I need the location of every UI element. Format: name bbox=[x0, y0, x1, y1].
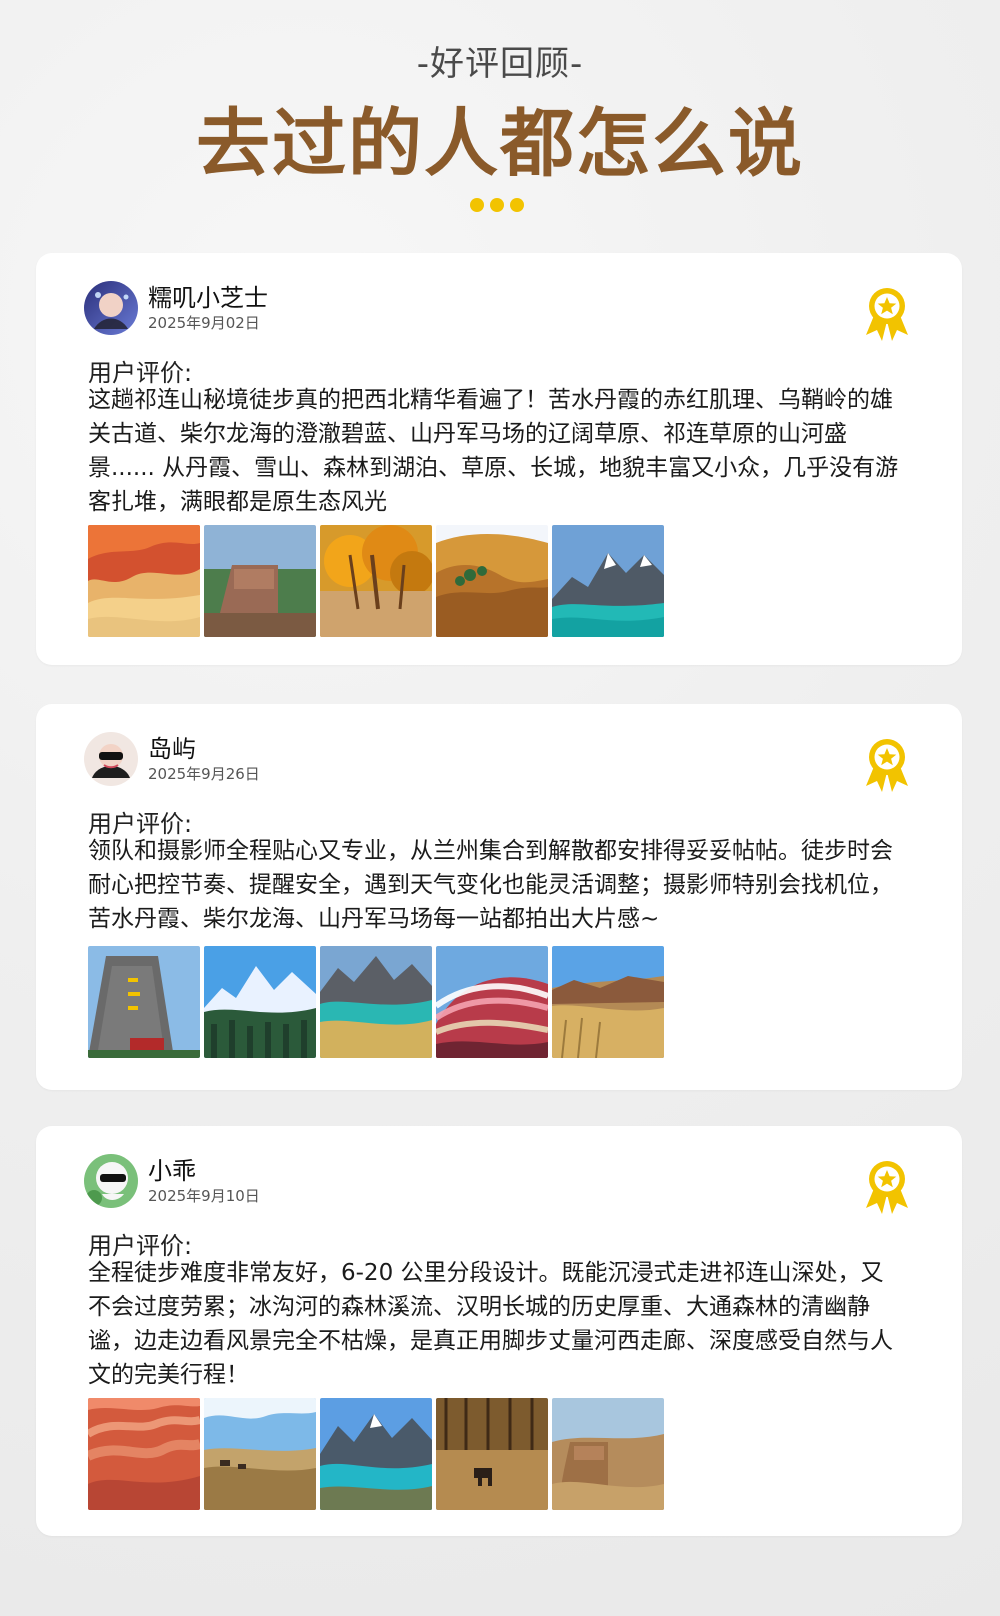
dot bbox=[490, 198, 504, 212]
photo-thumbnail[interactable] bbox=[320, 1398, 432, 1510]
review-photos bbox=[88, 946, 664, 1058]
medal-star-icon bbox=[856, 732, 918, 794]
photo-thumbnail[interactable] bbox=[88, 946, 200, 1058]
avatar[interactable] bbox=[84, 732, 138, 786]
photo-thumbnail[interactable] bbox=[552, 525, 664, 637]
review-meta: 糯叽小芝士 2025年9月02日 bbox=[148, 283, 268, 333]
review-meta: 岛屿 2025年9月26日 bbox=[148, 734, 260, 784]
review-date: 2025年9月10日 bbox=[148, 1187, 260, 1205]
photo-thumbnail[interactable] bbox=[204, 525, 316, 637]
photo-thumbnail[interactable] bbox=[88, 1398, 200, 1510]
reviewer-name: 糯叽小芝士 bbox=[148, 284, 268, 312]
photo-thumbnail[interactable] bbox=[204, 1398, 316, 1510]
review-photos bbox=[88, 525, 664, 637]
header-dots bbox=[470, 198, 524, 212]
review-user: 小乖 2025年9月10日 bbox=[84, 1154, 260, 1208]
photo-thumbnail[interactable] bbox=[436, 525, 548, 637]
photo-thumbnail[interactable] bbox=[320, 946, 432, 1058]
avatar[interactable] bbox=[84, 1154, 138, 1208]
header-subtitle: -好评回顾- bbox=[416, 44, 584, 84]
avatar[interactable] bbox=[84, 281, 138, 335]
review-photos bbox=[88, 1398, 664, 1510]
photo-thumbnail[interactable] bbox=[552, 1398, 664, 1510]
review-meta: 小乖 2025年9月10日 bbox=[148, 1156, 260, 1206]
medal-star-icon bbox=[856, 1154, 918, 1216]
reviewer-name: 岛屿 bbox=[148, 735, 196, 763]
photo-thumbnail[interactable] bbox=[552, 946, 664, 1058]
review-user: 糯叽小芝士 2025年9月02日 bbox=[84, 281, 268, 335]
review-user: 岛屿 2025年9月26日 bbox=[84, 732, 260, 786]
review-date: 2025年9月02日 bbox=[148, 314, 260, 332]
photo-thumbnail[interactable] bbox=[436, 946, 548, 1058]
review-card-2: 岛屿 2025年9月26日 用户评价: 领队和摄影师全程贴心又专业，从兰州集合到… bbox=[36, 704, 962, 1090]
review-text: 这趟祁连山秘境徒步真的把西北精华看遍了！苦水丹霞的赤红肌理、乌鞘岭的雄关古道、柴… bbox=[88, 387, 899, 515]
review-card-1: 糯叽小芝士 2025年9月02日 用户评价: 这趟祁连山秘境徒步真的把西北精华看… bbox=[36, 253, 962, 665]
dot bbox=[510, 198, 524, 212]
reviewer-name: 小乖 bbox=[148, 1157, 196, 1185]
photo-thumbnail[interactable] bbox=[204, 946, 316, 1058]
review-text: 全程徒步难度非常友好，6-20 公里分段设计。既能沉浸式走进祁连山深处，又不会过… bbox=[88, 1260, 893, 1388]
photo-thumbnail[interactable] bbox=[436, 1398, 548, 1510]
review-date: 2025年9月26日 bbox=[148, 765, 260, 783]
photo-thumbnail[interactable] bbox=[88, 525, 200, 637]
header-title: 去过的人都怎么说 bbox=[196, 101, 804, 187]
photo-thumbnail[interactable] bbox=[320, 525, 432, 637]
dot bbox=[470, 198, 484, 212]
review-text: 领队和摄影师全程贴心又专业，从兰州集合到解散都安排得妥妥帖帖。徒步时会耐心把控节… bbox=[88, 838, 893, 932]
medal-star-icon bbox=[856, 281, 918, 343]
review-card-3: 小乖 2025年9月10日 用户评价: 全程徒步难度非常友好，6-20 公里分段… bbox=[36, 1126, 962, 1536]
